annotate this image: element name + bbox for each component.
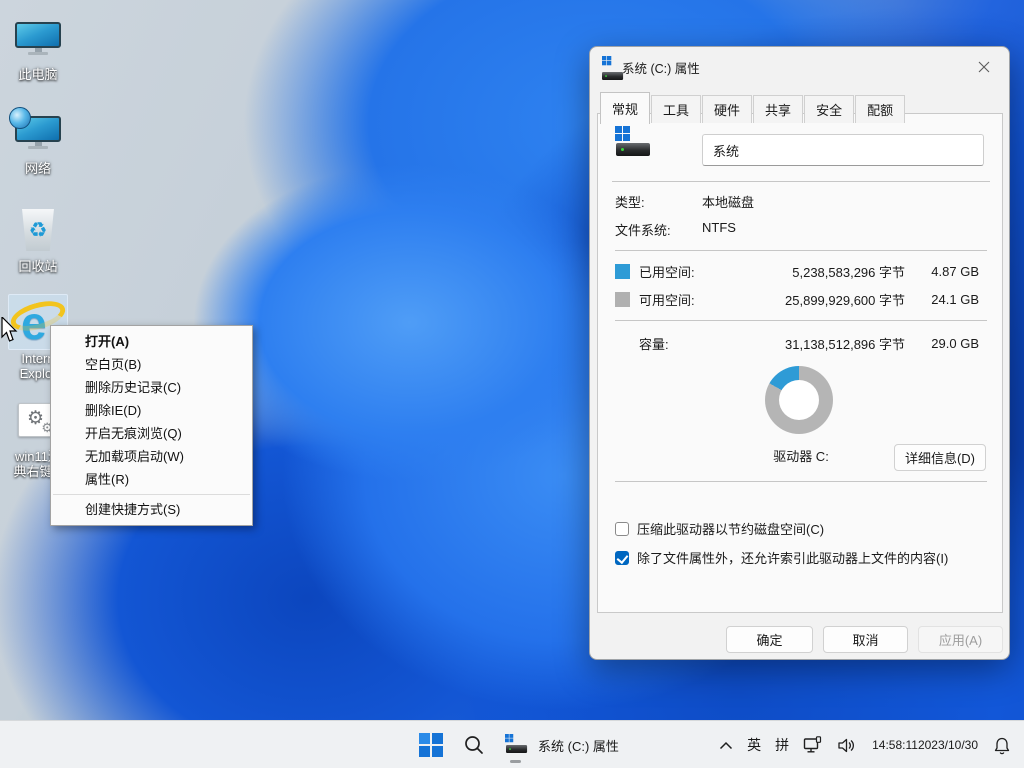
- separator: [612, 181, 990, 182]
- search-icon: [463, 734, 485, 756]
- index-checkbox-row: 除了文件属性外，还允许索引此驱动器上文件的内容(I): [615, 548, 948, 567]
- ethernet-icon: [803, 736, 823, 754]
- taskbar: 系统 (C:) 属性 英 拼: [0, 720, 1024, 768]
- volume-label-input[interactable]: 系统: [702, 134, 984, 166]
- capacity-label: 容量:: [639, 334, 725, 353]
- taskbar-clock[interactable]: 14:58:11 2023/10/30: [864, 727, 986, 763]
- desktop-icon-this-pc[interactable]: 此电脑: [4, 12, 72, 82]
- general-tab-page: 系统 类型: 本地磁盘 文件系统: NTFS 已用空间: 5,238,583,2…: [597, 113, 1003, 613]
- ie-context-menu: 打开(A) 空白页(B) 删除历史记录(C) 删除IE(D) 开启无痕浏览(Q)…: [50, 325, 253, 526]
- separator: [615, 250, 987, 251]
- desktop-icon-label: 回收站: [4, 259, 72, 274]
- network-icon: [4, 106, 72, 158]
- free-space-label: 可用空间:: [639, 290, 725, 309]
- compress-checkbox[interactable]: [615, 522, 629, 536]
- capacity-size: 29.0 GB: [905, 336, 979, 351]
- start-button[interactable]: [411, 725, 451, 765]
- filesystem-label: 文件系统:: [615, 220, 671, 239]
- tab-general[interactable]: 常规: [600, 92, 650, 124]
- drive-icon: [505, 734, 529, 756]
- windows-logo-icon: [419, 733, 443, 757]
- mouse-cursor-icon: [1, 317, 21, 343]
- menu-item-inprivate[interactable]: 开启无痕浏览(Q): [51, 422, 252, 445]
- notifications-button[interactable]: [986, 727, 1018, 763]
- clock-time: 14:58:11: [872, 738, 918, 753]
- used-space-row: 已用空间: 5,238,583,296 字节 4.87 GB: [615, 263, 987, 279]
- tab-hardware[interactable]: 硬件: [702, 95, 752, 123]
- tray-overflow-button[interactable]: [712, 727, 740, 763]
- globe-icon: [9, 107, 31, 129]
- desktop-icon-label: 网络: [4, 161, 72, 176]
- menu-item-delete-ie[interactable]: 删除IE(D): [51, 399, 252, 422]
- capacity-row: 容量: 31,138,512,896 字节 29.0 GB: [615, 335, 987, 351]
- index-checkbox-label: 除了文件属性外，还允许索引此驱动器上文件的内容(I): [637, 548, 948, 567]
- bell-icon: [993, 736, 1011, 755]
- menu-item-delete-history[interactable]: 删除历史记录(C): [51, 376, 252, 399]
- used-space-label: 已用空间:: [639, 262, 725, 281]
- menu-item-blank-page[interactable]: 空白页(B): [51, 353, 252, 376]
- desktop-wallpaper: 此电脑 网络 ♻ 回收站 e Intern Explor ⚙⚙ win11还 典…: [0, 0, 1024, 768]
- desktop-icon-recycle-bin[interactable]: ♻ 回收站: [4, 204, 72, 274]
- used-space-size: 4.87 GB: [905, 264, 979, 279]
- menu-item-create-shortcut[interactable]: 创建快捷方式(S): [51, 498, 252, 521]
- dialog-titlebar[interactable]: 系统 (C:) 属性: [590, 47, 1009, 85]
- taskbar-app-properties[interactable]: 系统 (C:) 属性: [497, 725, 627, 765]
- ime-mode-indicator[interactable]: 拼: [768, 727, 796, 763]
- tab-sharing[interactable]: 共享: [753, 95, 803, 123]
- dialog-footer: 确定 取消 应用(A): [590, 613, 1009, 660]
- menu-item-open[interactable]: 打开(A): [51, 330, 252, 353]
- desktop-icon-label: 此电脑: [4, 67, 72, 82]
- drive-icon: [602, 56, 620, 76]
- network-tray-button[interactable]: [796, 727, 830, 763]
- compress-checkbox-row: 压缩此驱动器以节约磁盘空间(C): [615, 519, 824, 538]
- cancel-button[interactable]: 取消: [823, 626, 908, 653]
- separator: [615, 320, 987, 321]
- details-button[interactable]: 详细信息(D): [894, 444, 986, 471]
- dialog-title: 系统 (C:) 属性: [622, 58, 700, 77]
- free-space-row: 可用空间: 25,899,929,600 字节 24.1 GB: [615, 291, 987, 307]
- capacity-bytes: 31,138,512,896 字节: [725, 334, 905, 353]
- taskbar-app-label: 系统 (C:) 属性: [538, 736, 619, 755]
- clock-date: 2023/10/30: [918, 738, 978, 753]
- search-button[interactable]: [455, 725, 493, 765]
- volume-tray-button[interactable]: [830, 727, 864, 763]
- ime-language-indicator[interactable]: 英: [740, 727, 768, 763]
- menu-item-properties[interactable]: 属性(R): [51, 468, 252, 491]
- menu-item-no-addons[interactable]: 无加载项启动(W): [51, 445, 252, 468]
- recycle-symbol-icon: ♻: [29, 220, 48, 241]
- used-space-bytes: 5,238,583,296 字节: [725, 262, 905, 281]
- tab-tools[interactable]: 工具: [651, 95, 701, 123]
- free-space-bytes: 25,899,929,600 字节: [725, 290, 905, 309]
- index-checkbox[interactable]: [615, 551, 629, 565]
- separator: [615, 481, 987, 482]
- ok-button[interactable]: 确定: [726, 626, 813, 653]
- close-icon[interactable]: [967, 54, 1001, 79]
- filesystem-value: NTFS: [702, 220, 736, 235]
- tab-strip: 常规 工具 硬件 共享 安全 配额: [600, 91, 906, 123]
- drive-icon-large: [614, 126, 654, 158]
- desktop-icon-network[interactable]: 网络: [4, 106, 72, 176]
- active-app-indicator: [510, 760, 521, 763]
- type-value: 本地磁盘: [702, 192, 754, 211]
- tab-security[interactable]: 安全: [804, 95, 854, 123]
- this-pc-icon: [4, 12, 72, 64]
- type-label: 类型:: [615, 192, 645, 211]
- compress-checkbox-label: 压缩此驱动器以节约磁盘空间(C): [637, 519, 824, 538]
- menu-separator: [53, 494, 250, 495]
- free-space-swatch: [615, 292, 630, 307]
- speaker-icon: [837, 737, 857, 754]
- recycle-bin-icon: ♻: [4, 204, 72, 256]
- tab-quota[interactable]: 配额: [855, 95, 905, 123]
- disk-usage-donut: [765, 366, 833, 434]
- drive-properties-dialog: 系统 (C:) 属性 常规 工具 硬件 共享 安全 配额 系统 类型: 本地磁盘: [589, 46, 1010, 660]
- free-space-size: 24.1 GB: [905, 292, 979, 307]
- chevron-up-icon: [719, 741, 733, 750]
- apply-button[interactable]: 应用(A): [918, 626, 1003, 653]
- used-space-swatch: [615, 264, 630, 279]
